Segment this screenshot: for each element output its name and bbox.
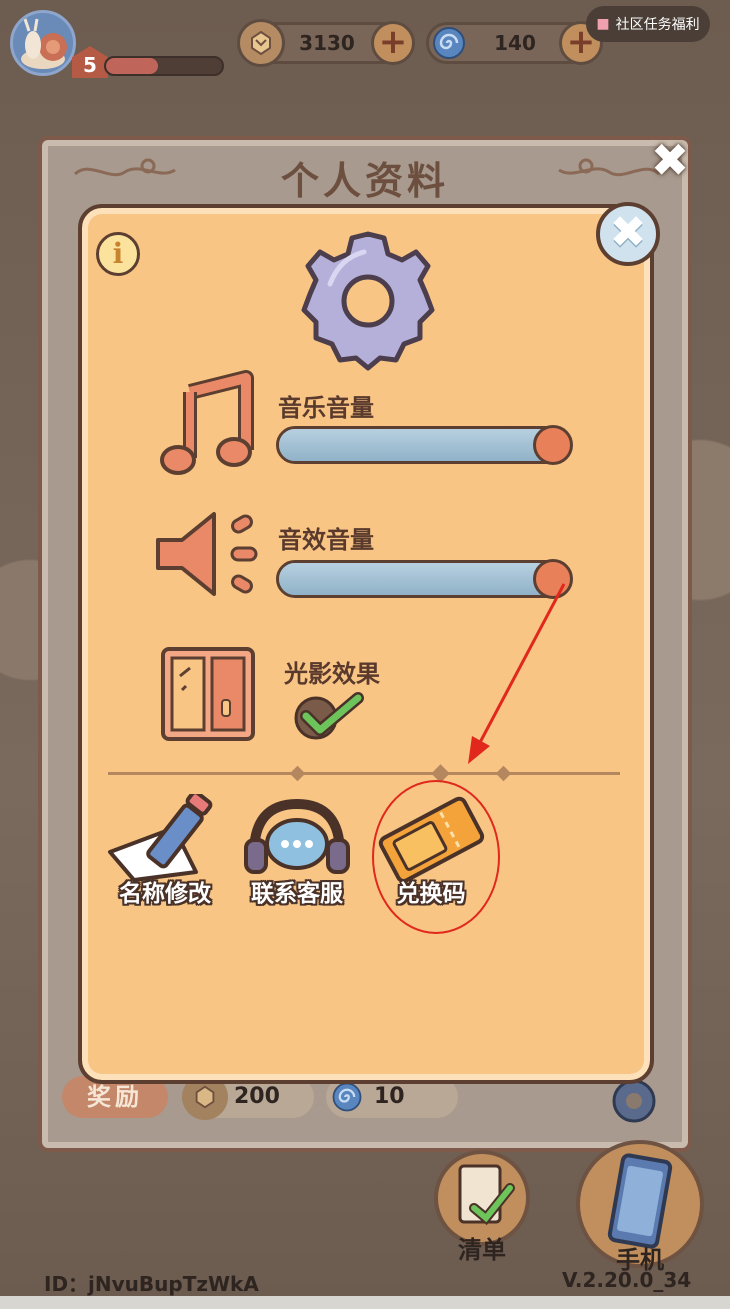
version-label: V.2.20.0_34 (562, 1268, 692, 1292)
bottom-strip (0, 1296, 730, 1309)
info-button[interactable]: i (96, 232, 140, 276)
gem-value: 140 (494, 31, 536, 55)
community-rewards-button[interactable]: ■ 社区任务福利 (586, 6, 710, 42)
annotation-arrow (468, 583, 566, 764)
coin-counter: 3130 + (237, 19, 415, 67)
rename-label: 名称修改 (119, 881, 211, 907)
lighting-effect-label: 光影效果 (284, 660, 380, 688)
list-label: 清单 (458, 1236, 506, 1264)
music-volume-knob[interactable] (533, 425, 573, 465)
xp-bar (104, 56, 224, 76)
music-volume-label: 音乐音量 (278, 394, 374, 422)
gift-icon: ■ (596, 16, 610, 32)
music-volume-slider[interactable] (276, 425, 573, 465)
snail-icon (21, 18, 67, 69)
pencil-paper-icon (108, 790, 213, 882)
contact-support-button[interactable]: 联系客服 (232, 794, 362, 907)
music-volume-fill (279, 429, 553, 461)
settings-close-button[interactable]: ✖ (596, 202, 660, 266)
window-icon (160, 646, 256, 746)
player-id: ID：jNvuBupTzWkA (44, 1272, 259, 1296)
checklist-icon (458, 1164, 515, 1226)
coin-value: 3130 (299, 31, 355, 55)
profile-close-button[interactable]: ✖ (648, 137, 692, 183)
section-divider (108, 764, 620, 783)
swirl-gem-icon (425, 19, 473, 67)
coin-icon (237, 19, 285, 67)
gem-counter: 140 + (425, 19, 603, 67)
sfx-volume-label: 音效音量 (278, 526, 374, 554)
headset-chat-icon (244, 798, 350, 874)
music-note-icon (156, 370, 256, 484)
community-rewards-label: 社区任务福利 (615, 17, 700, 33)
player-avatar[interactable] (10, 10, 76, 76)
lighting-effect-checkbox[interactable] (292, 690, 368, 746)
speaker-icon (152, 506, 262, 606)
profile-panel-title: 个人资料 (280, 159, 449, 203)
rename-button[interactable]: 名称修改 (100, 790, 230, 907)
checkmark-icon (294, 692, 364, 740)
settings-gear-icon (300, 228, 436, 378)
xp-bar-fill (106, 58, 159, 74)
contact-support-label: 联系客服 (251, 881, 343, 907)
annotation-circle (372, 780, 500, 934)
add-coins-button[interactable]: + (371, 21, 415, 65)
